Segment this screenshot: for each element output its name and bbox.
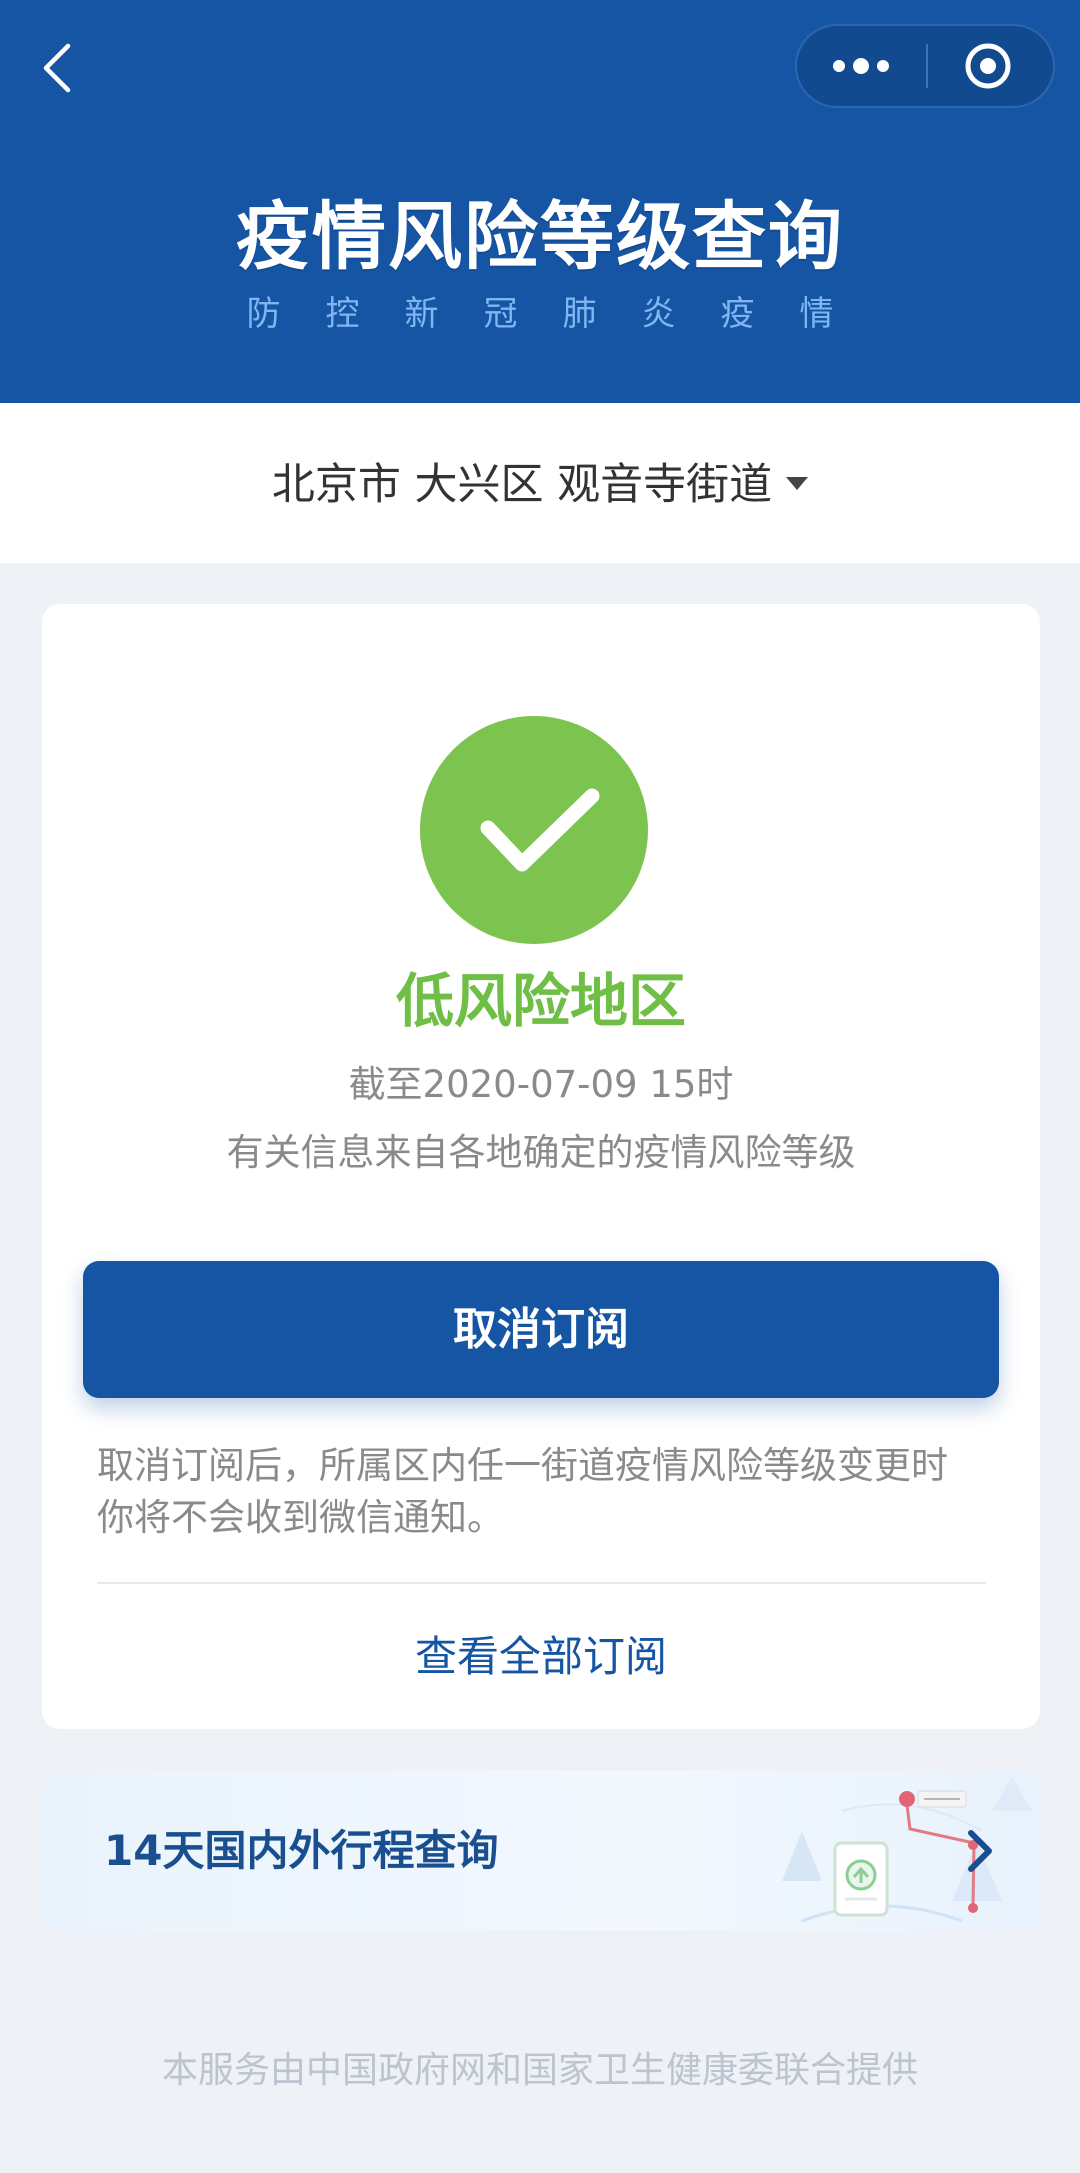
risk-status-card: 低风险地区 截至2020-07-09 15时 有关信息来自各地确定的疫情风险等级… <box>42 604 1040 1729</box>
location-bar: 北京市 大兴区 观音寺街道 <box>0 403 1080 563</box>
chevron-right-icon <box>968 1830 992 1872</box>
header: 疫情风险等级查询 防控新冠肺炎疫情 <box>0 0 1080 403</box>
close-target-icon <box>965 43 1011 89</box>
more-dots-icon <box>833 58 889 74</box>
unsubscribe-notice: 取消订阅后，所属区内任一街道疫情风险等级变更时 你将不会收到微信通知。 <box>97 1440 997 1544</box>
location-text: 北京市 大兴区 观音寺街道 <box>271 460 773 510</box>
notice-line-2: 你将不会收到微信通知。 <box>97 1496 504 1539</box>
notice-line-1: 取消订阅后，所属区内任一街道疫情风险等级变更时 <box>97 1444 948 1487</box>
status-badge <box>420 716 648 944</box>
location-selector[interactable]: 北京市 大兴区 观音寺街道 <box>0 455 1080 515</box>
trip-query-banner[interactable]: 14天国内外行程查询 <box>42 1771 1040 1931</box>
page-title: 疫情风险等级查询 <box>236 194 844 280</box>
risk-level-text: 低风险地区 <box>395 967 686 1035</box>
view-all-subscriptions-link[interactable]: 查看全部订阅 <box>42 1628 1040 1686</box>
source-note: 有关信息来自各地确定的疫情风险等级 <box>226 1131 856 1174</box>
close-button[interactable] <box>928 26 1055 106</box>
mini-program-capsule <box>795 24 1055 108</box>
divider <box>97 1582 986 1584</box>
page-subtitle: 防控新冠肺炎疫情 <box>246 294 879 334</box>
unsubscribe-button[interactable]: 取消订阅 <box>83 1261 999 1398</box>
back-button[interactable] <box>30 28 90 108</box>
trip-query-label: 14天国内外行程查询 <box>104 1826 499 1875</box>
update-time: 截至2020-07-09 15时 <box>348 1063 734 1106</box>
footer-credit: 本服务由中国政府网和国家卫生健康委联合提供 <box>161 2050 918 2091</box>
caret-down-icon <box>786 477 809 490</box>
more-button[interactable] <box>797 26 925 106</box>
checkmark-icon <box>480 788 600 872</box>
back-chevron-icon <box>43 43 71 93</box>
